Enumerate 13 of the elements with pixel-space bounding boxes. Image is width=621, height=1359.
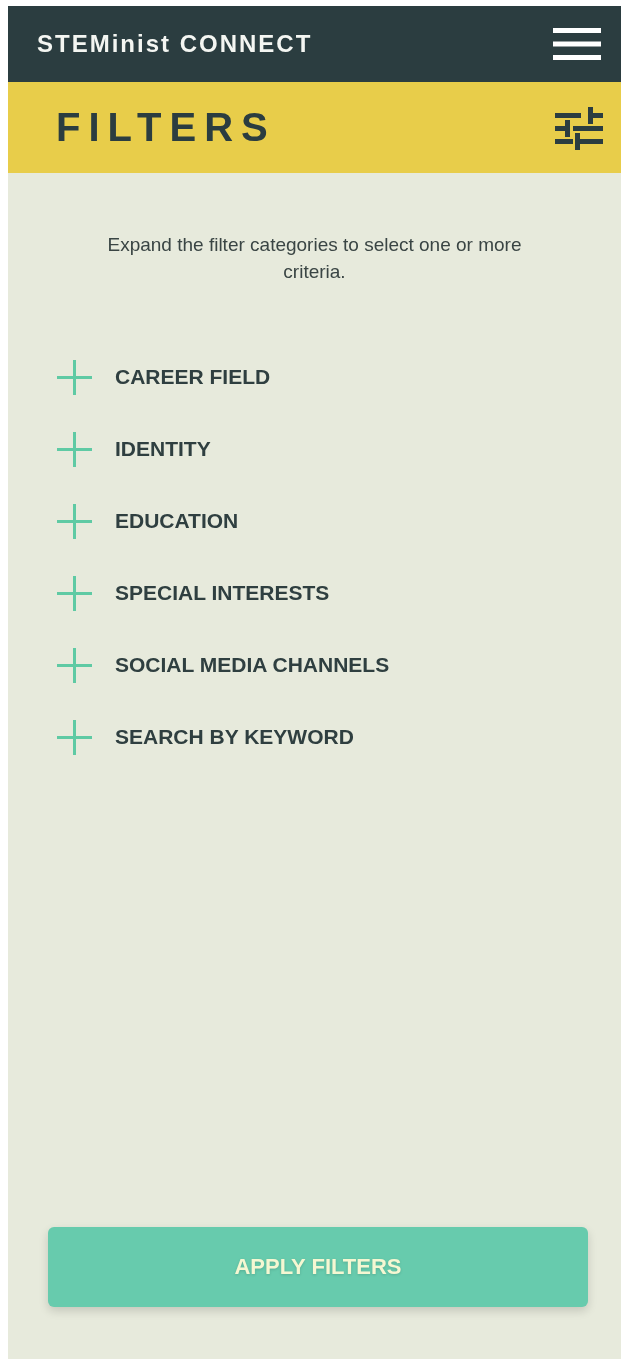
filters-title: FILTERS bbox=[56, 105, 276, 150]
filter-settings-button[interactable] bbox=[555, 105, 603, 150]
filter-category[interactable]: SPECIAL INTERESTS bbox=[57, 557, 330, 629]
app-title: STEMinist CONNECT bbox=[37, 30, 313, 58]
filter-category[interactable]: EDUCATION bbox=[57, 485, 239, 557]
filter-category[interactable]: SEARCH BY KEYWORD bbox=[57, 701, 354, 773]
sliders-icon bbox=[555, 105, 603, 150]
menu-icon bbox=[553, 27, 601, 61]
filter-category[interactable]: IDENTITY bbox=[57, 413, 211, 485]
instructions-text: Expand the filter categories to select one or more criteria. bbox=[106, 233, 523, 284]
filter-category[interactable]: CAREER FIELD bbox=[57, 341, 271, 413]
filter-category[interactable]: SOCIAL MEDIA CHANNELS bbox=[57, 629, 390, 701]
menu-button[interactable] bbox=[553, 27, 601, 61]
